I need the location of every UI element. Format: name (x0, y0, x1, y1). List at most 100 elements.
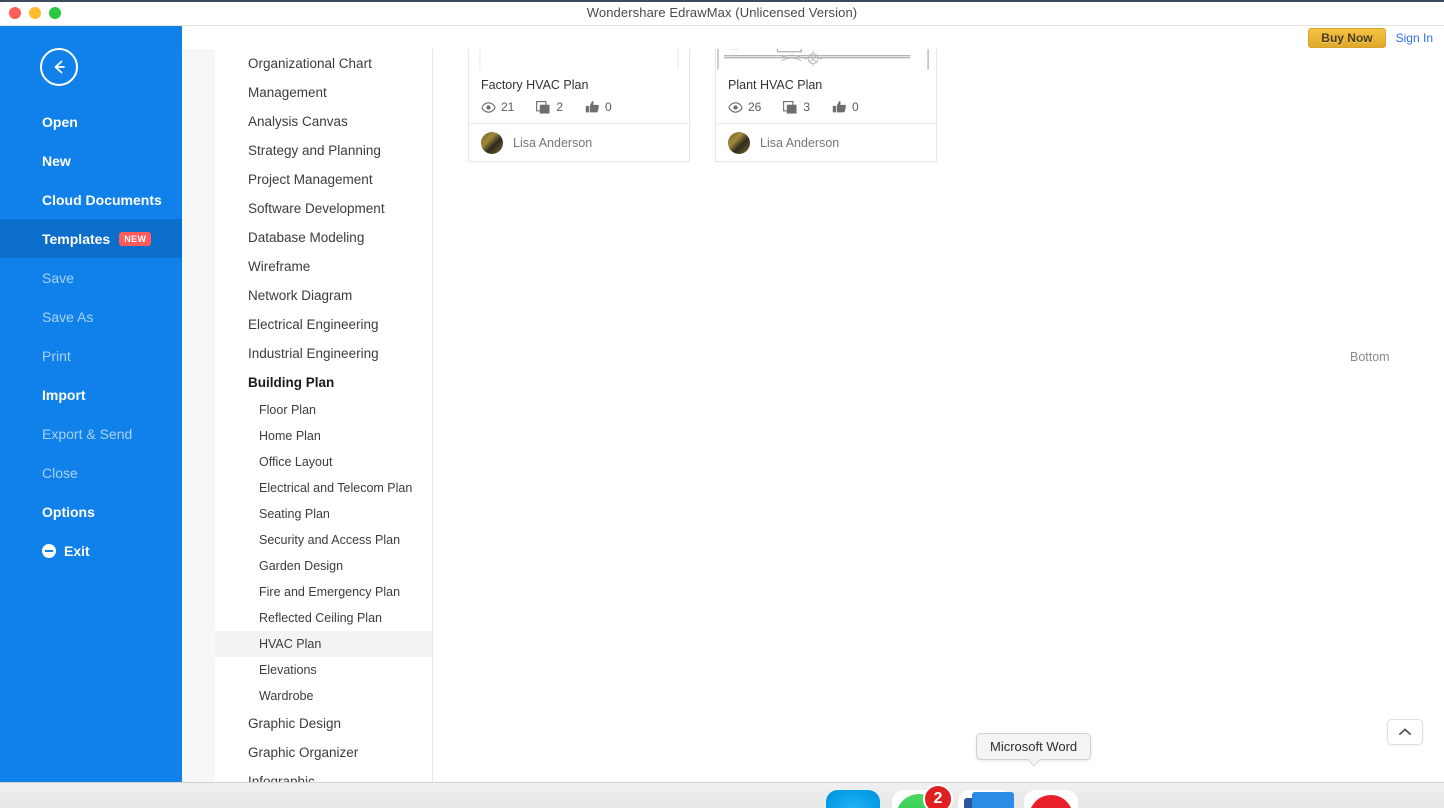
template-author-row[interactable]: Lisa Anderson (716, 123, 936, 161)
rail-item-save-as[interactable]: Save As (0, 297, 182, 336)
rail-item-export-and-send[interactable]: Export & Send (0, 414, 182, 453)
rail-item-label: New (42, 152, 71, 169)
eye-icon (481, 101, 496, 113)
account-bar: Buy Now Sign In (182, 26, 1444, 49)
copies-stat: 2 (536, 100, 563, 114)
template-stats: 26 3 0 (728, 100, 924, 114)
edrawmax-window: Wondershare EdrawMax (Unlicensed Version… (0, 0, 1444, 808)
category-management[interactable]: Management (215, 78, 432, 107)
category-industrial-engineering[interactable]: Industrial Engineering (215, 339, 432, 368)
avatar (481, 131, 503, 154)
category-project-management[interactable]: Project Management (215, 165, 432, 194)
subcategory-floor-plan[interactable]: Floor Plan (215, 397, 432, 423)
category-label: Strategy and Planning (248, 143, 381, 158)
subcategory-label: HVAC Plan (259, 637, 322, 651)
category-label: Analysis Canvas (248, 114, 348, 129)
template-card[interactable]: Plant HVAC Plan 26 3 0 Lisa Anderson (715, 49, 937, 162)
subcategory-home-plan[interactable]: Home Plan (215, 423, 432, 449)
rail-item-label: Options (42, 503, 95, 520)
rail-item-label: Open (42, 113, 78, 130)
minimize-window-button[interactable] (29, 7, 41, 19)
subcategory-label: Garden Design (259, 559, 344, 573)
sign-in-link[interactable]: Sign In (1396, 31, 1436, 45)
category-wireframe[interactable]: Wireframe (215, 252, 432, 281)
thumbs-up-icon (585, 101, 599, 113)
likes-count: 0 (852, 100, 859, 114)
category-network-diagram[interactable]: Network Diagram (215, 281, 432, 310)
subcategory-fire-and-emergency-plan[interactable]: Fire and Emergency Plan (215, 579, 432, 605)
chevron-up-icon (1398, 728, 1412, 736)
rail-item-label: Save As (42, 308, 94, 325)
maximize-window-button[interactable] (49, 7, 61, 19)
category-strategy-and-planning[interactable]: Strategy and Planning (215, 136, 432, 165)
subcategory-label: Seating Plan (259, 507, 330, 521)
safari-icon[interactable] (826, 790, 880, 808)
rail-item-import[interactable]: Import (0, 375, 182, 414)
avatar (728, 131, 750, 154)
rail-item-cloud-documents[interactable]: Cloud Documents (0, 180, 182, 219)
messages-badge: 2 (923, 784, 953, 808)
close-window-button[interactable] (9, 7, 21, 19)
subcategory-electrical-and-telecom-plan[interactable]: Electrical and Telecom Plan (215, 475, 432, 501)
rail-item-close[interactable]: Close (0, 453, 182, 492)
subcategory-label: Elevations (259, 663, 317, 677)
rail-item-label: Templates (42, 230, 111, 247)
views-stat: 21 (481, 100, 514, 114)
panel-gutter (182, 49, 215, 808)
window-traffic-lights (9, 7, 61, 19)
template-category-list[interactable]: Organizational Chart Management Analysis… (215, 49, 433, 808)
template-author-row[interactable]: Lisa Anderson (469, 123, 689, 161)
category-graphic-organizer[interactable]: Graphic Organizer (215, 738, 432, 767)
rail-item-label: Save (42, 269, 74, 286)
category-organizational-chart[interactable]: Organizational Chart (215, 49, 432, 78)
category-graphic-design[interactable]: Graphic Design (215, 709, 432, 738)
template-card-body: Factory HVAC Plan 21 2 0 (469, 70, 689, 123)
rail-item-label: Exit (64, 542, 90, 559)
category-software-development[interactable]: Software Development (215, 194, 432, 223)
template-gallery: Factory HVAC Plan 21 2 0 Lisa Anderson P… (434, 49, 1444, 808)
subcategory-label: Electrical and Telecom Plan (259, 481, 413, 495)
rail-item-save[interactable]: Save (0, 258, 182, 297)
category-label: Electrical Engineering (248, 317, 379, 332)
microsoft-word-icon[interactable] (958, 790, 1014, 808)
template-card-grid: Factory HVAC Plan 21 2 0 Lisa Anderson P… (468, 49, 937, 162)
category-label: Industrial Engineering (248, 346, 379, 361)
likes-stat: 0 (832, 100, 859, 114)
subcategory-elevations[interactable]: Elevations (215, 657, 432, 683)
subcategory-office-layout[interactable]: Office Layout (215, 449, 432, 475)
views-stat: 26 (728, 100, 761, 114)
copies-stat: 3 (783, 100, 810, 114)
messages-icon[interactable]: 2 (892, 784, 953, 808)
category-analysis-canvas[interactable]: Analysis Canvas (215, 107, 432, 136)
rail-item-print[interactable]: Print (0, 336, 182, 375)
rail-item-options[interactable]: Options (0, 492, 182, 531)
rail-item-exit[interactable]: Exit (0, 531, 182, 570)
rail-item-new[interactable]: New (0, 141, 182, 180)
subcategory-wardrobe[interactable]: Wardrobe (215, 683, 432, 709)
template-card[interactable]: Factory HVAC Plan 21 2 0 Lisa Anderson (468, 49, 690, 162)
category-label: Graphic Design (248, 716, 342, 731)
subcategory-garden-design[interactable]: Garden Design (215, 553, 432, 579)
back-arrow-icon[interactable] (40, 48, 78, 86)
rail-item-templates[interactable]: Templates NEW (0, 219, 182, 258)
author-name: Lisa Anderson (513, 135, 593, 150)
copies-count: 3 (803, 100, 811, 114)
subcategory-hvac-plan[interactable]: HVAC Plan (215, 631, 432, 657)
rail-item-open[interactable]: Open (0, 102, 182, 141)
rail-item-label: Export & Send (42, 425, 133, 442)
buy-now-button[interactable]: Buy Now (1308, 27, 1386, 48)
category-building-plan[interactable]: Building Plan (215, 368, 432, 397)
rail-item-label: Print (42, 347, 71, 364)
thumbs-up-icon (832, 101, 846, 113)
subcategory-security-and-access-plan[interactable]: Security and Access Plan (215, 527, 432, 553)
category-database-modeling[interactable]: Database Modeling (215, 223, 432, 252)
scroll-to-top-button[interactable] (1387, 719, 1423, 745)
rail-item-label: Import (42, 386, 86, 403)
subcategory-reflected-ceiling-plan[interactable]: Reflected Ceiling Plan (215, 605, 432, 631)
opera-icon[interactable] (1024, 790, 1078, 808)
new-badge: NEW (119, 231, 152, 246)
subcategory-seating-plan[interactable]: Seating Plan (215, 501, 432, 527)
template-card-body: Plant HVAC Plan 26 3 0 (716, 70, 936, 123)
rail-item-label: Cloud Documents (42, 191, 162, 208)
category-electrical-engineering[interactable]: Electrical Engineering (215, 310, 432, 339)
